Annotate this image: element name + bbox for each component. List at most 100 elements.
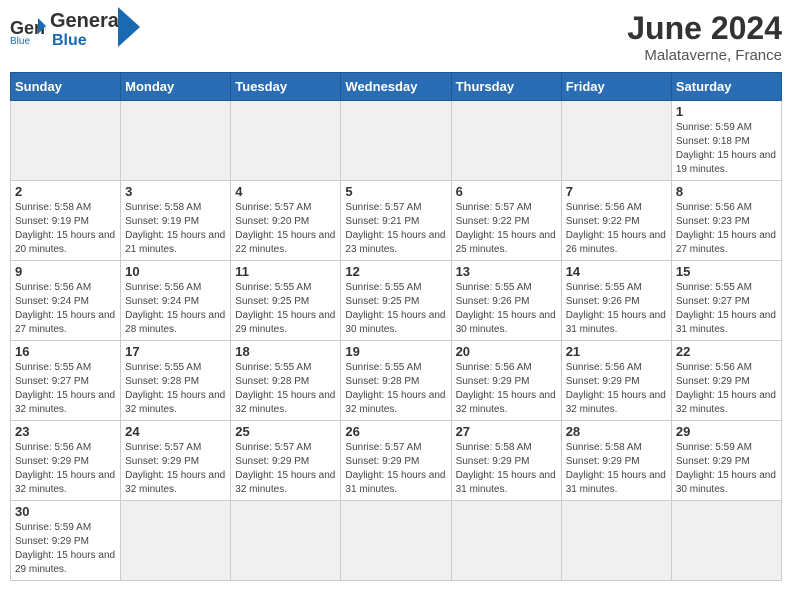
day-info: Sunrise: 5:57 AMSunset: 9:29 PMDaylight:… [125,441,226,497]
day-number: 13 [456,264,557,279]
weekday-header-thursday: Thursday [451,73,561,101]
calendar-cell: 2 Sunrise: 5:58 AMSunset: 9:19 PMDaylight… [11,181,121,261]
day-info: Sunrise: 5:56 AMSunset: 9:29 PMDaylight:… [676,361,777,417]
day-info: Sunrise: 5:59 AMSunset: 9:18 PMDaylight:… [676,121,777,177]
calendar-cell: 11 Sunrise: 5:55 AMSunset: 9:25 PMDayligh… [231,261,341,341]
day-number: 25 [235,424,336,439]
logo-triangle-icon [118,7,140,47]
calendar-cell: 9Sunrise: 5:56 AMSunset: 9:24 PMDaylight… [11,261,121,341]
day-number: 1 [676,104,777,119]
day-info: Sunrise: 5:57 AMSunset: 9:29 PMDaylight:… [235,441,336,497]
day-info: Sunrise: 5:55 AMSunset: 9:25 PMDaylight:… [235,281,336,337]
calendar-cell: 29Sunrise: 5:59 AMSunset: 9:29 PMDayligh… [671,421,781,501]
calendar-cell: 6 Sunrise: 5:57 AMSunset: 9:22 PMDaylight… [451,181,561,261]
calendar-cell: 24 Sunrise: 5:57 AMSunset: 9:29 PMDayligh… [121,421,231,501]
calendar-cell: 7 Sunrise: 5:56 AMSunset: 9:22 PMDaylight… [561,181,671,261]
weekday-header-tuesday: Tuesday [231,73,341,101]
calendar-cell [341,501,451,581]
title-area: June 2024 Malataverne, France [627,10,782,64]
day-number: 10 [125,264,226,279]
calendar-cell: 1 Sunrise: 5:59 AMSunset: 9:18 PMDaylight… [671,101,781,181]
day-number: 6 [456,184,557,199]
location: Malataverne, France [627,47,782,64]
day-number: 19 [345,344,446,359]
day-info: Sunrise: 5:55 AMSunset: 9:25 PMDaylight:… [345,281,446,337]
day-number: 15 [676,264,777,279]
calendar-cell [561,101,671,181]
day-number: 16 [15,344,116,359]
day-number: 28 [566,424,667,439]
day-number: 12 [345,264,446,279]
weekday-header-wednesday: Wednesday [341,73,451,101]
svg-text:Blue: Blue [10,36,30,44]
day-number: 5 [345,184,446,199]
calendar-cell: 5Sunrise: 5:57 AMSunset: 9:21 PMDaylight… [341,181,451,261]
calendar-cell: 12 Sunrise: 5:55 AMSunset: 9:25 PMDayligh… [341,261,451,341]
day-number: 3 [125,184,226,199]
day-info: Sunrise: 5:55 AMSunset: 9:28 PMDaylight:… [125,361,226,417]
calendar-cell: 3 Sunrise: 5:58 AMSunset: 9:19 PMDaylight… [121,181,231,261]
calendar-cell [11,101,121,181]
day-number: 22 [676,344,777,359]
calendar-cell [341,101,451,181]
day-info: Sunrise: 5:59 AMSunset: 9:29 PMDaylight:… [15,521,116,577]
weekday-header-sunday: Sunday [11,73,121,101]
calendar-cell [451,501,561,581]
day-number: 26 [345,424,446,439]
week-row-3: 9Sunrise: 5:56 AMSunset: 9:24 PMDaylight… [11,261,782,341]
day-info: Sunrise: 5:57 AMSunset: 9:20 PMDaylight:… [235,201,336,257]
day-info: Sunrise: 5:55 AMSunset: 9:28 PMDaylight:… [345,361,446,417]
weekday-header-friday: Friday [561,73,671,101]
day-info: Sunrise: 5:55 AMSunset: 9:26 PMDaylight:… [566,281,667,337]
day-info: Sunrise: 5:57 AMSunset: 9:22 PMDaylight:… [456,201,557,257]
day-info: Sunrise: 5:56 AMSunset: 9:29 PMDaylight:… [566,361,667,417]
day-info: Sunrise: 5:56 AMSunset: 9:22 PMDaylight:… [566,201,667,257]
weekday-header-saturday: Saturday [671,73,781,101]
logo-icon: General Blue [10,16,46,44]
day-info: Sunrise: 5:58 AMSunset: 9:29 PMDaylight:… [566,441,667,497]
calendar-table: SundayMondayTuesdayWednesdayThursdayFrid… [10,72,782,581]
calendar-cell: 10 Sunrise: 5:56 AMSunset: 9:24 PMDayligh… [121,261,231,341]
day-number: 7 [566,184,667,199]
calendar-cell [231,101,341,181]
calendar-cell [561,501,671,581]
month-title: June 2024 [627,10,782,47]
day-info: Sunrise: 5:55 AMSunset: 9:28 PMDaylight:… [235,361,336,417]
calendar-cell [121,101,231,181]
day-number: 17 [125,344,226,359]
calendar-cell: 28 Sunrise: 5:58 AMSunset: 9:29 PMDayligh… [561,421,671,501]
calendar-cell: 26Sunrise: 5:57 AMSunset: 9:29 PMDayligh… [341,421,451,501]
day-number: 8 [676,184,777,199]
day-number: 24 [125,424,226,439]
calendar-cell: 15Sunrise: 5:55 AMSunset: 9:27 PMDayligh… [671,261,781,341]
day-info: Sunrise: 5:56 AMSunset: 9:29 PMDaylight:… [15,441,116,497]
weekday-header-row: SundayMondayTuesdayWednesdayThursdayFrid… [11,73,782,101]
calendar-cell [231,501,341,581]
logo: General Blue General Blue [10,10,140,50]
day-number: 27 [456,424,557,439]
week-row-1: 1 Sunrise: 5:59 AMSunset: 9:18 PMDaylight… [11,101,782,181]
calendar-cell: 23Sunrise: 5:56 AMSunset: 9:29 PMDayligh… [11,421,121,501]
week-row-5: 23Sunrise: 5:56 AMSunset: 9:29 PMDayligh… [11,421,782,501]
day-number: 11 [235,264,336,279]
day-info: Sunrise: 5:58 AMSunset: 9:19 PMDaylight:… [125,201,226,257]
day-info: Sunrise: 5:58 AMSunset: 9:19 PMDaylight:… [15,201,116,257]
day-info: Sunrise: 5:55 AMSunset: 9:26 PMDaylight:… [456,281,557,337]
day-info: Sunrise: 5:56 AMSunset: 9:24 PMDaylight:… [125,281,226,337]
calendar-cell: 22 Sunrise: 5:56 AMSunset: 9:29 PMDayligh… [671,341,781,421]
week-row-6: 30 Sunrise: 5:59 AMSunset: 9:29 PMDayligh… [11,501,782,581]
day-number: 18 [235,344,336,359]
week-row-2: 2 Sunrise: 5:58 AMSunset: 9:19 PMDaylight… [11,181,782,261]
calendar-cell: 16Sunrise: 5:55 AMSunset: 9:27 PMDayligh… [11,341,121,421]
calendar-cell: 27Sunrise: 5:58 AMSunset: 9:29 PMDayligh… [451,421,561,501]
calendar-cell: 8 Sunrise: 5:56 AMSunset: 9:23 PMDaylight… [671,181,781,261]
calendar-cell [121,501,231,581]
day-number: 30 [15,504,116,519]
day-info: Sunrise: 5:56 AMSunset: 9:24 PMDaylight:… [15,281,116,337]
day-number: 29 [676,424,777,439]
calendar-cell: 19 Sunrise: 5:55 AMSunset: 9:28 PMDayligh… [341,341,451,421]
day-info: Sunrise: 5:56 AMSunset: 9:23 PMDaylight:… [676,201,777,257]
header: General Blue General Blue June 2024 Mala… [10,10,782,64]
calendar-cell: 4Sunrise: 5:57 AMSunset: 9:20 PMDaylight… [231,181,341,261]
day-number: 2 [15,184,116,199]
